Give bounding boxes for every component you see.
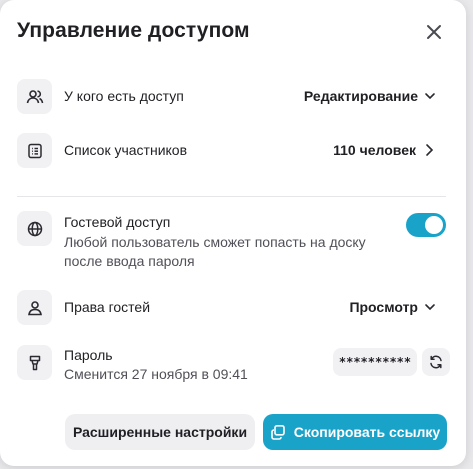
dialog-title: Управление доступом [17,19,250,42]
guest-rights-dropdown[interactable]: Просмотр [349,299,436,315]
access-dialog: Управление доступом У кого есть доступ Р… [0,0,466,466]
password-change-date: Сменится 27 ноября в 09:41 [64,366,248,382]
list-icon [17,133,52,168]
guest-access-description: Любой пользователь сможет попасть на дос… [64,233,366,271]
refresh-icon [430,355,442,369]
refresh-password-button[interactable] [422,348,450,376]
user-icon [17,290,52,325]
guest-rights-value: Просмотр [349,299,418,315]
members-link[interactable]: 110 человек [333,142,436,158]
section-divider [17,196,446,197]
toggle-knob [425,216,443,234]
password-field[interactable]: ********** [333,348,417,376]
access-value: Редактирование [303,88,418,104]
members-value: 110 человек [333,142,416,158]
guest-access-toggle[interactable] [406,213,446,237]
chevron-down-icon [425,93,435,100]
guest-access-description-line1: Любой пользователь сможет попасть на дос… [64,234,366,250]
access-dropdown[interactable]: Редактирование [304,88,436,104]
members-row[interactable]: Список участников 110 человек [17,133,446,168]
copy-link-button[interactable]: Скопировать ссылку [263,414,447,450]
globe-icon [17,211,52,246]
guest-access-row: Гостевой доступ Любой пользователь сможе… [17,211,446,271]
members-label: Список участников [64,142,188,158]
key-icon [17,345,52,380]
password-label: Пароль [64,347,113,363]
users-icon [17,79,52,114]
copy-link-label: Скопировать ссылку [293,424,441,440]
guest-access-label: Гостевой доступ [64,214,171,230]
access-row: У кого есть доступ Редактирование [17,79,446,114]
advanced-settings-button[interactable]: Расширенные настройки [65,414,255,450]
password-row: Пароль Сменится 27 ноября в 09:41 ******… [17,345,450,385]
guest-rights-label: Права гостей [64,299,151,315]
chevron-right-icon [426,144,434,156]
copy-icon [270,424,285,440]
chevron-down-icon [425,304,435,311]
access-label: У кого есть доступ [64,88,184,104]
close-icon[interactable] [423,21,445,43]
guest-access-description-line2: после ввода пароля [64,253,195,269]
guest-rights-row: Права гостей Просмотр [17,290,446,325]
